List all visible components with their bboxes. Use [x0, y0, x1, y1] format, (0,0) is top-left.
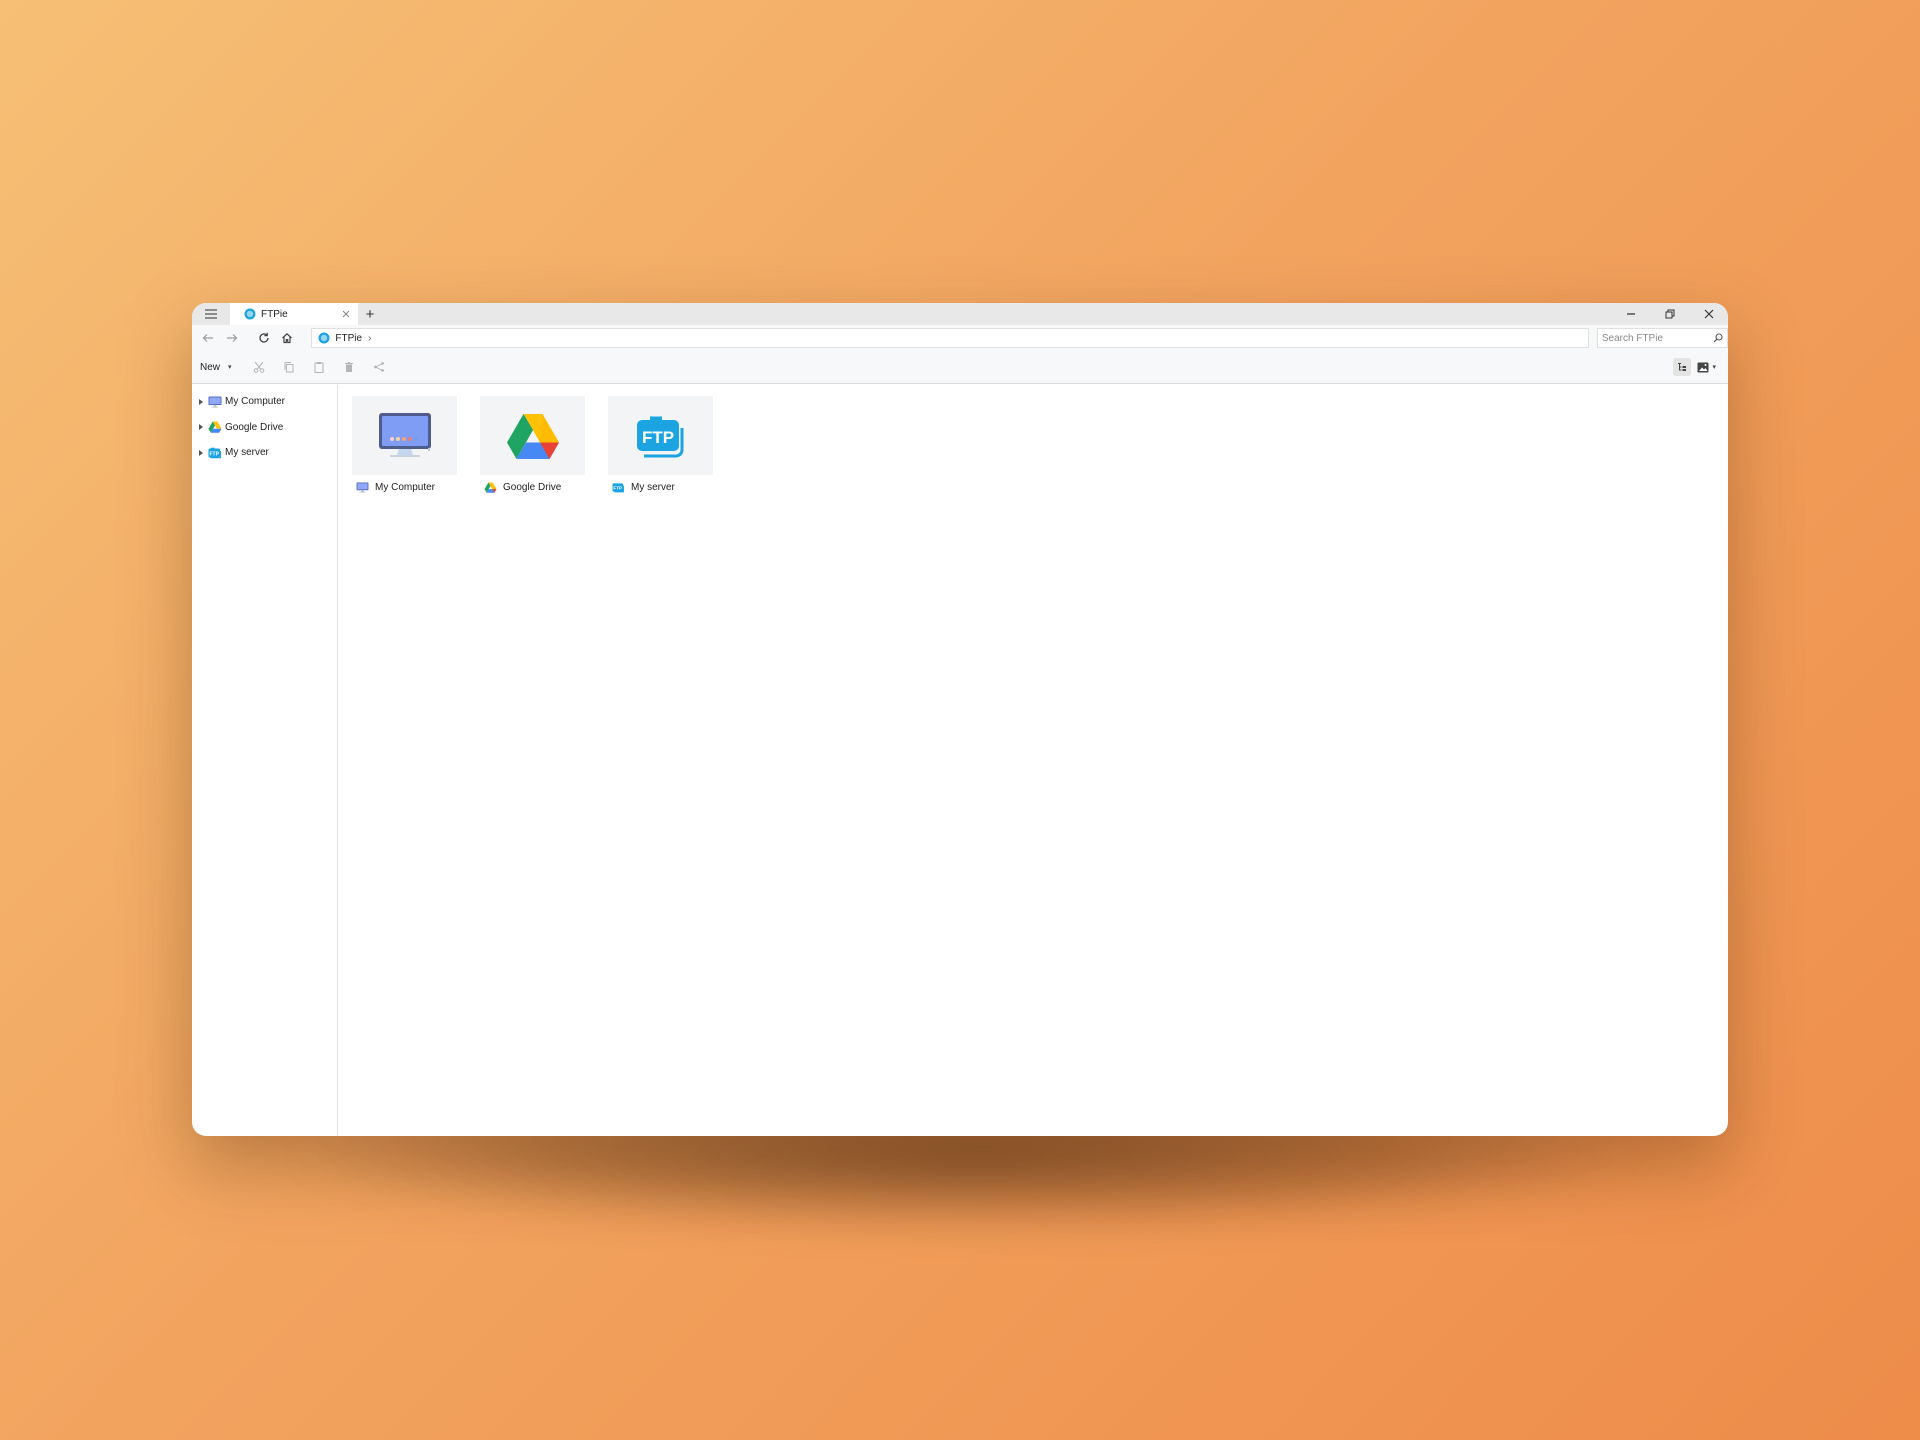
svg-text:FTP: FTP [613, 486, 622, 491]
trash-icon [344, 362, 353, 372]
close-icon [1704, 309, 1713, 319]
refresh-icon [258, 332, 269, 343]
address-bar[interactable]: FTPie › [311, 328, 1589, 348]
grid-item-label: My Computer [375, 482, 436, 493]
share-icon [373, 362, 384, 372]
google-drive-icon [208, 421, 222, 433]
tab-label: FTPie [261, 308, 288, 320]
chevron-down-icon: ▾ [1712, 364, 1716, 371]
chevron-down-icon: ▾ [228, 364, 232, 371]
expand-arrow-icon[interactable] [199, 398, 203, 405]
hamburger-icon [205, 309, 217, 319]
search-box[interactable] [1596, 328, 1728, 348]
tab-bar: FTPie + [192, 303, 1728, 325]
paste-button[interactable] [304, 357, 334, 377]
thumbnail[interactable] [480, 396, 585, 475]
toolbar: New ▾ ▾ [192, 351, 1728, 384]
view-options: ▾ [1673, 358, 1728, 376]
grid-item-my-computer[interactable]: My Computer [352, 396, 457, 493]
ftp-server-icon: FTP [208, 447, 222, 459]
tree-view-icon [1678, 363, 1687, 371]
delete-button[interactable] [334, 357, 364, 377]
thumbnail[interactable]: FTP [608, 396, 713, 475]
sidebar-item-label: Google Drive [225, 421, 284, 433]
thumbnail[interactable] [352, 396, 457, 475]
grid-item-google-drive[interactable]: Google Drive [480, 396, 585, 493]
clipboard-icon [314, 362, 324, 373]
navigation-bar: FTPie › [192, 325, 1728, 351]
expand-arrow-icon[interactable] [199, 424, 203, 431]
grid-item-label: Google Drive [503, 482, 562, 493]
grid-item-label-row[interactable]: Google Drive [480, 482, 585, 493]
sidebar-item-label: My Computer [225, 396, 286, 408]
tree-view-toggle[interactable] [1673, 358, 1692, 376]
new-button[interactable]: New ▾ [200, 357, 244, 377]
minimize-icon [1626, 313, 1635, 315]
refresh-button[interactable] [254, 328, 274, 348]
home-icon [282, 332, 293, 344]
window-controls [1611, 303, 1728, 325]
restore-icon [1665, 309, 1674, 319]
copy-button[interactable] [274, 357, 304, 377]
arrow-right-icon [226, 334, 238, 342]
svg-text:FTP: FTP [209, 451, 219, 457]
tab-ftpie[interactable]: FTPie [230, 303, 358, 325]
grid-item-label-row[interactable]: My Computer [352, 482, 457, 493]
search-icon[interactable] [1713, 333, 1723, 343]
arrow-left-icon [202, 334, 213, 342]
back-button[interactable] [198, 328, 218, 348]
google-drive-icon [484, 482, 497, 493]
copy-icon [284, 362, 294, 373]
ftp-server-icon: FTP [636, 416, 683, 457]
minimize-button[interactable] [1611, 303, 1650, 325]
ftpie-logo-icon [244, 308, 256, 320]
ftpie-logo-icon [318, 332, 330, 344]
new-label: New [200, 361, 221, 373]
computer-icon [208, 396, 222, 408]
sidebar-item-my-server[interactable]: FTP My server [192, 440, 337, 466]
forward-button[interactable] [222, 328, 242, 348]
image-icon [1697, 362, 1709, 372]
breadcrumb-separator[interactable]: › [368, 333, 371, 344]
expand-arrow-icon[interactable] [199, 449, 203, 456]
new-tab-button[interactable]: + [358, 303, 382, 325]
sidebar-tree: My Computer Google Drive FTP My server [192, 385, 338, 1136]
sidebar-item-google-drive[interactable]: Google Drive [192, 415, 337, 441]
search-input[interactable] [1601, 332, 1713, 344]
restore-button[interactable] [1650, 303, 1689, 325]
close-window-button[interactable] [1689, 303, 1728, 325]
file-grid: My Computer Google Drive FTP FTP My serv… [339, 385, 1728, 1136]
share-button[interactable] [364, 357, 394, 377]
scissors-icon [253, 361, 264, 373]
grid-item-label: My server [631, 482, 675, 493]
thumbnail-view-button[interactable]: ▾ [1697, 362, 1716, 373]
close-tab-icon[interactable] [342, 310, 350, 318]
computer-icon [378, 412, 431, 457]
grid-item-label-row[interactable]: FTP My server [608, 482, 713, 493]
hamburger-menu-button[interactable] [192, 303, 230, 325]
app-window: FTPie + FTPie › Search FTPie New ▾ ▾ My … [192, 303, 1728, 1136]
svg-text:FTP: FTP [641, 428, 673, 447]
grid-item-my-server[interactable]: FTP FTP My server [608, 396, 713, 493]
sidebar-item-my-computer[interactable]: My Computer [192, 389, 337, 415]
ftp-server-icon: FTP [612, 482, 625, 493]
sidebar-item-label: My server [225, 447, 269, 459]
home-button[interactable] [278, 328, 298, 348]
computer-icon [356, 482, 369, 493]
breadcrumb-ftpie[interactable]: FTPie [335, 333, 362, 344]
cut-button[interactable] [244, 357, 274, 377]
google-drive-icon [506, 413, 559, 459]
